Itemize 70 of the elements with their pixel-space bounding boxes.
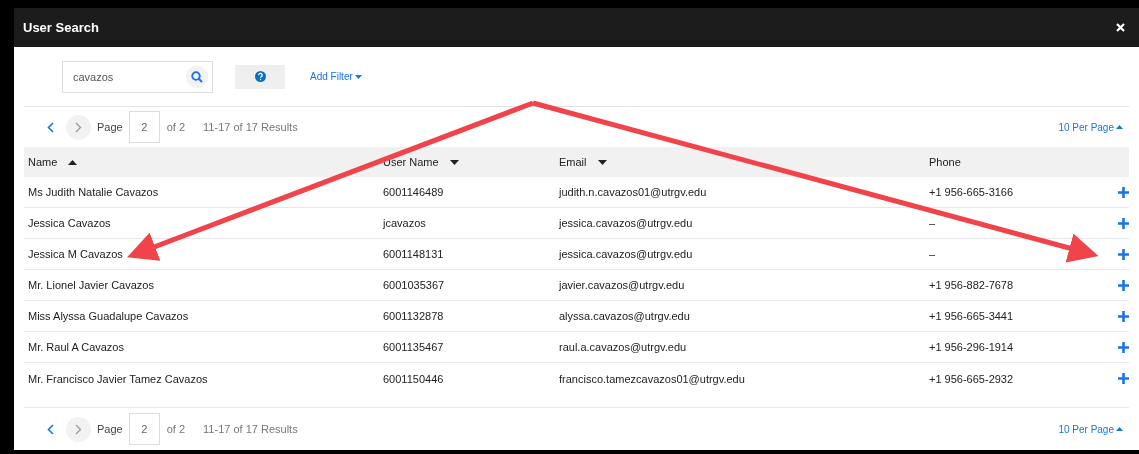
per-page-dropdown[interactable]: 10 Per Page — [1058, 121, 1123, 133]
add-button[interactable] — [1116, 277, 1131, 293]
plus-icon — [1118, 341, 1129, 353]
page-count: of 2 — [166, 121, 186, 133]
add-button[interactable] — [1116, 308, 1131, 324]
table-cell-text: francisco.tamezcavazos01@utrgv.edu — [558, 372, 746, 385]
table-cell-text: Miss Alyssa Guadalupe Cavazos — [27, 310, 190, 322]
page-count: of 2 — [166, 423, 186, 435]
plus-icon — [1118, 186, 1129, 198]
column-header[interactable]: Name — [24, 156, 379, 168]
plus-icon — [1118, 279, 1129, 291]
table-cell-text: Mr. Francisco Javier Tamez Cavazos — [27, 372, 209, 385]
chevron-left-icon — [47, 121, 54, 133]
table-cell-text: Jessica M Cavazos — [27, 248, 124, 260]
column-header[interactable]: Email — [555, 156, 925, 168]
table-cell-text: 6001150446 — [382, 372, 445, 385]
caret-icon — [354, 74, 362, 79]
table-cell-text: – — [928, 217, 937, 229]
chevron-left-icon — [47, 423, 54, 435]
table-cell-text: javier.cavazos@utrgv.edu — [557, 279, 686, 291]
page-number-field[interactable]: 2 — [128, 413, 160, 445]
add-button[interactable] — [1116, 371, 1131, 386]
window-title: User Search — [23, 20, 99, 35]
results-count: 11-17 of 17 Results — [203, 121, 298, 133]
caret-icon — [1116, 427, 1123, 431]
page-number-field[interactable]: 2 — [128, 111, 160, 143]
table-cell-text: 6001035367 — [382, 279, 446, 291]
table-cell-text: +1 956-665-3166 — [928, 186, 1015, 198]
add-filter-link[interactable]: Add Filter — [310, 71, 362, 82]
add-button[interactable] — [1116, 215, 1131, 231]
column-header: Phone — [928, 156, 962, 168]
help-button[interactable] — [235, 64, 285, 89]
table-cell-text: raul.a.cavazos@utrgv.edu — [558, 341, 688, 353]
table-cell-text: – — [928, 248, 937, 260]
add-button[interactable] — [1116, 246, 1131, 262]
table-cell-text: judith.n.cavazos01@utrgv.edu — [557, 186, 708, 198]
page-label: Page — [97, 121, 123, 133]
help-icon — [254, 71, 266, 82]
results-count: 11-17 of 17 Results — [203, 423, 298, 435]
table-cell-text: jessica.cavazos@utrgv.edu — [557, 248, 694, 260]
add-button[interactable] — [1116, 339, 1131, 355]
chevron-right-icon — [75, 423, 82, 435]
table-cell-text: +1 956-296-1914 — [928, 341, 1015, 353]
per-page-dropdown[interactable]: 10 Per Page — [1058, 423, 1123, 435]
chevron-right-icon — [75, 121, 82, 133]
table-cell-text: +1 956-665-2932 — [928, 372, 1015, 385]
table-cell-text: Mr. Lionel Javier Cavazos — [27, 279, 155, 291]
table-cell-text: Mr. Raul A Cavazos — [27, 341, 125, 353]
plus-icon — [1118, 217, 1129, 229]
table-cell-text: 6001132878 — [382, 310, 445, 322]
table-cell-text: 6001148131 — [382, 248, 445, 260]
search-icon — [191, 70, 203, 83]
close-icon — [1116, 23, 1125, 32]
plus-icon — [1118, 248, 1129, 260]
table-cell-text: jcavazos — [381, 217, 427, 229]
table-cell-text: +1 956-665-3441 — [928, 310, 1015, 322]
table-cell-text: Jessica Cavazos — [27, 217, 112, 229]
table-cell-text: Ms Judith Natalie Cavazos — [27, 186, 160, 198]
search-field[interactable]: cavazos — [62, 60, 213, 93]
table-cell-text: jessica.cavazos@utrgv.edu — [557, 217, 694, 229]
plus-icon — [1118, 373, 1129, 384]
table-cell-text: 6001135467 — [382, 341, 445, 353]
caret-icon — [1116, 125, 1123, 129]
table-cell-text: alyssa.cavazos@utrgv.edu — [558, 310, 691, 322]
plus-icon — [1118, 310, 1129, 322]
close-button[interactable] — [1116, 23, 1125, 32]
table-cell-text: +1 956-882-7678 — [928, 279, 1015, 291]
table-cell-text: 6001146489 — [382, 186, 445, 198]
page-label: Page — [97, 423, 123, 435]
add-button[interactable] — [1116, 184, 1131, 200]
